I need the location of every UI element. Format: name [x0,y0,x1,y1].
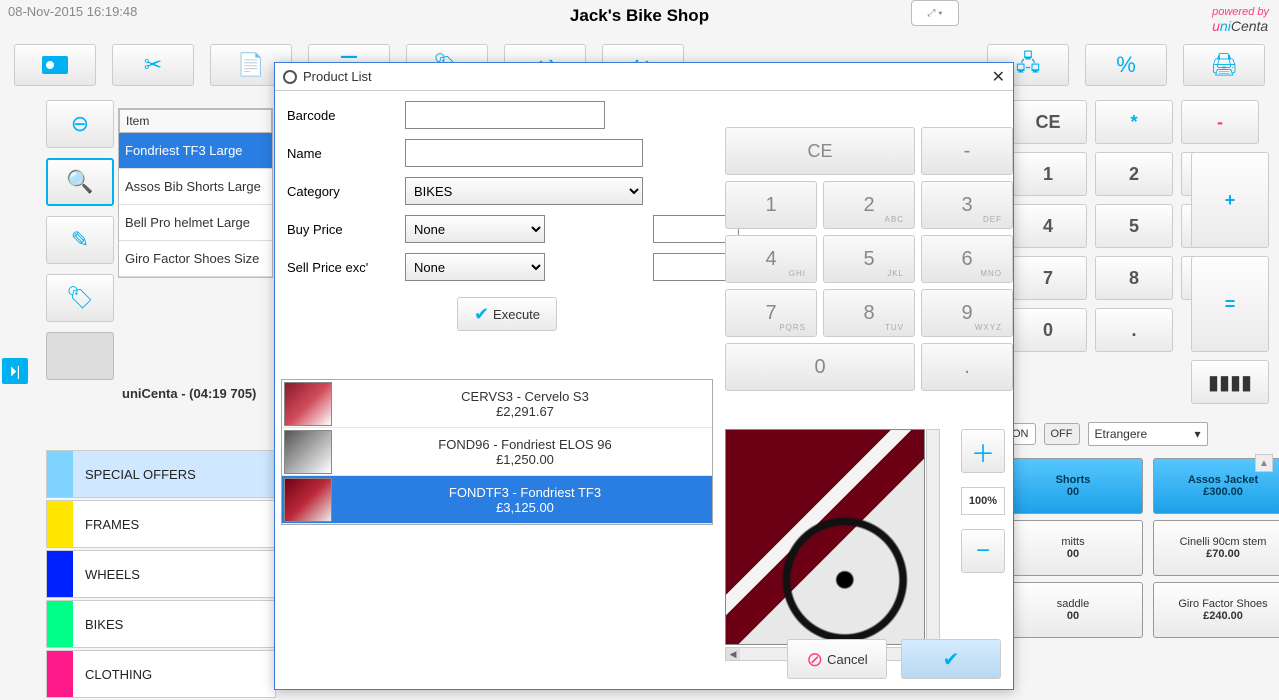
num5-key[interactable]: 5 [1095,204,1173,248]
empty-button[interactable] [46,332,114,380]
eq-key[interactable]: = [1191,256,1269,352]
m7-key[interactable]: 7PQRS [725,289,817,337]
category-row[interactable]: FRAMES [46,500,276,548]
cancel-button[interactable]: ⊘Cancel [787,639,887,679]
buyprice-select[interactable]: None [405,215,545,243]
page-title: Jack's Bike Shop [570,6,709,26]
minus-key[interactable]: - [1181,100,1259,144]
timestamp: 08-Nov-2015 16:19:48 [8,4,137,19]
customer-button[interactable] [14,44,96,86]
category-row[interactable]: BIKES [46,600,276,648]
close-icon[interactable]: ✕ [992,67,1005,87]
category-list: SPECIAL OFFERSFRAMESWHEELSBIKESCLOTHING [46,450,276,700]
preview-scroll-v[interactable] [926,429,940,645]
dialog-title: Product List [303,69,372,84]
terminal-label: uniCenta - (04:19 705) [122,386,256,401]
results-list[interactable]: CERVS3 - Cervelo S3£2,291.67FOND96 - Fon… [281,379,713,525]
off-pill[interactable]: OFF [1044,423,1080,445]
ticket-row[interactable]: Bell Pro helmet Large [119,205,272,241]
plus-key[interactable]: + [1191,152,1269,248]
search-button[interactable]: 🔍 [46,158,114,206]
tag2-button[interactable]: 🏷 [46,274,114,322]
ticket-row[interactable]: Giro Factor Shoes Size [119,241,272,277]
remove-button[interactable]: ⊖ [46,100,114,148]
barcode-label: Barcode [287,108,397,123]
category-row[interactable]: WHEELS [46,550,276,598]
result-row[interactable]: FOND96 - Fondriest ELOS 96£1,250.00 [282,428,712,476]
m4-key[interactable]: 4GHI [725,235,817,283]
num0-key[interactable]: 0 [1009,308,1087,352]
product-grid: ▲ Shorts00Assos Jacket£300.00mitts00Cine… [1003,458,1269,638]
product-tile[interactable]: Cinelli 90cm stem£70.00 [1153,520,1279,576]
name-label: Name [287,146,397,161]
location-select[interactable]: Etrangere▾ [1088,422,1208,446]
m0-key[interactable]: 0 [725,343,915,391]
itemlist-header: Item [119,109,272,133]
right-pane: CE * - 1 2 3 4 5 6 7 8 9 0 . + = ▮▮▮▮ ON… [1009,100,1269,695]
mce-key[interactable]: CE [725,127,915,175]
category-label: Category [287,184,397,199]
m1-key[interactable]: 1 [725,181,817,229]
mult-key[interactable]: * [1095,100,1173,144]
calc-keypad: CE * - 1 2 3 4 5 6 7 8 9 0 . + = [1009,100,1269,352]
num8-key[interactable]: 8 [1095,256,1173,300]
edit-button[interactable]: ✎ [46,216,114,264]
zoom-percent: 100% [961,487,1005,515]
name-input[interactable] [405,139,643,167]
product-tile[interactable]: mitts00 [1003,520,1143,576]
ticket-item-list[interactable]: Item Fondriest TF3 Large Assos Bib Short… [118,108,273,278]
product-tile[interactable]: saddle00 [1003,582,1143,638]
sellprice-select[interactable]: None [405,253,545,281]
ticket-row[interactable]: Assos Bib Shorts Large [119,169,272,205]
zoom-out-button[interactable]: − [961,529,1005,573]
num1-key[interactable]: 1 [1009,152,1087,196]
sellprice-label: Sell Price exc' [287,260,397,275]
expand-button[interactable]: ⤢ ▾ [911,0,959,26]
ok-button[interactable]: ✔ [901,639,1001,679]
num7-key[interactable]: 7 [1009,256,1087,300]
product-tile[interactable]: Shorts00 [1003,458,1143,514]
scroll-up[interactable]: ▲ [1255,454,1273,472]
product-list-dialog: Product List ✕ Barcode Name Category BIK… [274,62,1014,690]
ce-key[interactable]: CE [1009,100,1087,144]
print-button[interactable]: 🖨 [1183,44,1265,86]
category-select[interactable]: BIKES [405,177,643,205]
dialog-icon [283,70,297,84]
category-row[interactable]: SPECIAL OFFERS [46,450,276,498]
sidebar-expand[interactable]: ⏵| [2,358,28,384]
ticket-row[interactable]: Fondriest TF3 Large [119,133,272,169]
zoom-in-button[interactable]: ＋ [961,429,1005,473]
mdot-key[interactable]: . [921,343,1013,391]
m8-key[interactable]: 8TUV [823,289,915,337]
m3-key[interactable]: 3DEF [921,181,1013,229]
percent-button[interactable]: % [1085,44,1167,86]
m5-key[interactable]: 5JKL [823,235,915,283]
m9-key[interactable]: 9WXYZ [921,289,1013,337]
barcode-input[interactable] [405,101,605,129]
num2-key[interactable]: 2 [1095,152,1173,196]
dialog-keypad: CE - 1 2ABC 3DEF 4GHI 5JKL 6MNO 7PQRS 8T… [725,127,1013,391]
buyprice-label: Buy Price [287,222,397,237]
onoff-row: ON OFF Etrangere▾ [1005,422,1208,446]
barcode-button[interactable]: ▮▮▮▮ [1191,360,1269,404]
result-row[interactable]: CERVS3 - Cervelo S3£2,291.67 [282,380,712,428]
product-preview [725,429,925,645]
brand-logo: powered by uniCenta [1212,2,1269,34]
mminus-key[interactable]: - [921,127,1013,175]
m6-key[interactable]: 6MNO [921,235,1013,283]
execute-button[interactable]: ✔Execute [457,297,557,331]
cut-button[interactable]: ✂ [112,44,194,86]
m2-key[interactable]: 2ABC [823,181,915,229]
product-tile[interactable]: Giro Factor Shoes£240.00 [1153,582,1279,638]
result-row[interactable]: FONDTF3 - Fondriest TF3£3,125.00 [282,476,712,524]
category-row[interactable]: CLOTHING [46,650,276,698]
num4-key[interactable]: 4 [1009,204,1087,248]
dot-key[interactable]: . [1095,308,1173,352]
